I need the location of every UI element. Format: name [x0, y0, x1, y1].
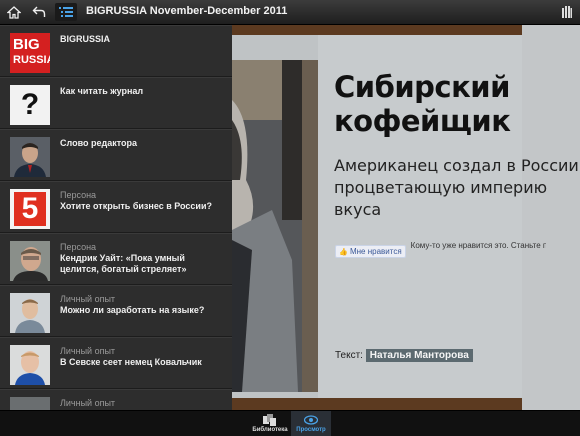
logo-line1: BIG	[13, 36, 40, 53]
list-icon[interactable]	[55, 3, 77, 21]
issue-title: BIGRUSSIA November-December 2011	[86, 5, 288, 17]
logo-line2: RUSSIA	[13, 54, 50, 66]
toc-title: Как читать журнал	[60, 86, 144, 96]
article-headline: Сибирский кофейщик	[334, 70, 574, 138]
bottom-tabbar: Библиотека Просмотр	[0, 410, 580, 436]
toc-category: Личный опыт	[60, 294, 116, 304]
library-icon	[263, 414, 276, 426]
headline-line1: Сибирский	[334, 70, 510, 104]
tab-library[interactable]: Библиотека	[250, 411, 290, 436]
tab-view-label: Просмотр	[296, 427, 326, 433]
toc-category: Персона	[60, 190, 97, 200]
facebook-like-row: 👍 Мне нравится Кому-то уже нравится это.…	[335, 241, 546, 258]
channel-5-logo: 5	[10, 189, 50, 229]
facebook-like-button[interactable]: 👍 Мне нравится	[335, 244, 406, 258]
toc-title: Можно ли заработать на языке?	[60, 305, 205, 315]
toc-category: Личный опыт	[60, 346, 116, 356]
toc-category: Личный опыт	[60, 398, 116, 408]
toc-title: Слово редактора	[60, 138, 138, 148]
big-russia-logo: BIG RUSSIA	[10, 33, 50, 73]
toc-category: Персона	[60, 242, 97, 252]
toc-text: Слово редактора	[60, 138, 225, 149]
kendrick-portrait	[10, 241, 50, 281]
top-toolbar: BIGRUSSIA November-December 2011	[0, 0, 580, 25]
headline-line2: кофейщик	[334, 104, 511, 138]
toc-text: Личный опыт	[60, 398, 225, 409]
toc-item-bigrussia[interactable]: BIG RUSSIA BIGRUSSIA	[0, 25, 232, 77]
toc-text: Как читать журнал	[60, 86, 225, 97]
partial-portrait	[10, 397, 50, 410]
toc-text: BIGRUSSIA	[60, 34, 225, 45]
question-mark-icon: ?	[10, 85, 50, 125]
tab-view[interactable]: Просмотр	[291, 411, 331, 436]
toc-item-how-to-read[interactable]: ? Как читать журнал	[0, 77, 232, 129]
bottom-band	[232, 398, 522, 410]
toc-sidebar: BIG RUSSIA BIGRUSSIA ? Как читать журнал…	[0, 25, 232, 410]
home-icon[interactable]	[6, 3, 22, 21]
article-photo	[232, 60, 318, 392]
eye-icon	[304, 415, 318, 425]
thumbs-up-icon: 👍	[339, 248, 348, 256]
back-icon[interactable]	[31, 3, 47, 21]
toc-text: Персона Хотите открыть бизнес в России?	[60, 190, 225, 212]
author-label: Текст:	[335, 350, 363, 361]
toc-title: BIGRUSSIA	[60, 34, 111, 44]
like-button-label: Мне нравится	[349, 246, 402, 256]
toc-item-earn-on-language[interactable]: Личный опыт Можно ли заработать на языке…	[0, 285, 232, 337]
toc-item-open-business[interactable]: 5 Персона Хотите открыть бизнес в России…	[0, 181, 232, 233]
kovalchik-portrait	[10, 345, 50, 385]
article-subhead: Американец создал в России процветающую …	[334, 156, 579, 219]
like-social-text: Кому-то уже нравится это. Станьте первым…	[410, 241, 546, 250]
top-band	[232, 25, 522, 35]
toc-title: Хотите открыть бизнес в России?	[60, 201, 212, 211]
author-line: Текст: Наталья Манторова	[335, 349, 473, 362]
toc-text: Персона Кендрик Уайт: «Пока умный целитс…	[60, 242, 225, 275]
toc-item-kendrick-white[interactable]: Персона Кендрик Уайт: «Пока умный целитс…	[0, 233, 232, 285]
toc-title: Кендрик Уайт: «Пока умный целится, богат…	[60, 253, 187, 274]
editor-portrait	[10, 137, 50, 177]
article-page[interactable]: Сибирский кофейщик Американец создал в Р…	[232, 25, 580, 410]
language-portrait	[10, 293, 50, 333]
toc-text: Личный опыт Можно ли заработать на языке…	[60, 294, 225, 316]
toc-item-editor-word[interactable]: Слово редактора	[0, 129, 232, 181]
toc-text: Личный опыт В Севске сеет немец Ковальчи…	[60, 346, 225, 368]
signal-icon[interactable]	[560, 3, 574, 21]
author-name: Наталья Манторова	[365, 349, 473, 362]
toc-item-partial[interactable]: Личный опыт	[0, 389, 232, 410]
toc-title: В Севске сеет немец Ковальчик	[60, 357, 202, 367]
toc-item-sevsk-german[interactable]: Личный опыт В Севске сеет немец Ковальчи…	[0, 337, 232, 389]
tab-library-label: Библиотека	[252, 427, 288, 433]
